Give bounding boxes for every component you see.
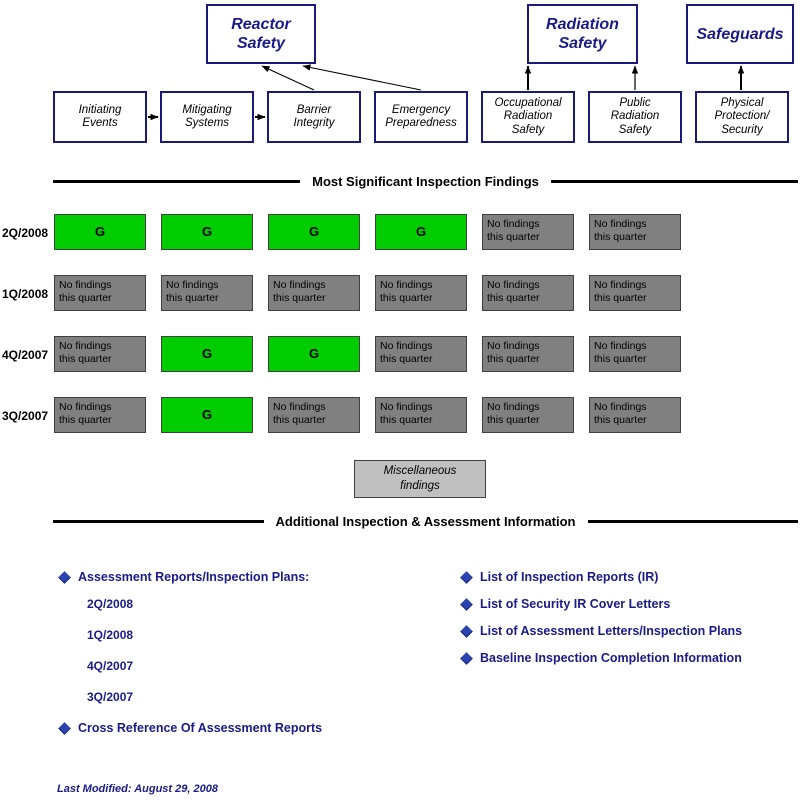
list-item-quarter-4q2007[interactable]: 4Q/2007 xyxy=(87,659,322,673)
finding-cell-green[interactable]: G xyxy=(161,397,253,433)
divider-additional: Additional Inspection & Assessment Infor… xyxy=(0,514,800,529)
diamond-bullet-icon xyxy=(460,625,473,638)
cornerstone-emergency-preparedness[interactable]: Emergency Preparedness xyxy=(374,91,468,143)
assessment-reports-list: Assessment Reports/Inspection Plans: 2Q/… xyxy=(58,570,323,748)
cornerstone-label: Public Radiation Safety xyxy=(610,96,660,136)
finding-cell-none: No findings this quarter xyxy=(482,214,574,250)
list-item-assessment-letters[interactable]: List of Assessment Letters/Inspection Pl… xyxy=(460,624,743,638)
divider-rule-right xyxy=(550,180,798,183)
finding-cell-none: No findings this quarter xyxy=(482,336,574,372)
finding-cell-none: No findings this quarter xyxy=(589,214,681,250)
list-item-label: List of Security IR Cover Letters xyxy=(480,597,671,611)
cornerstone-initiating-events[interactable]: Initiating Events xyxy=(53,91,147,143)
finding-cell-green[interactable]: G xyxy=(54,214,146,250)
finding-cell-none: No findings this quarter xyxy=(375,336,467,372)
finding-cell-green[interactable]: G xyxy=(268,214,360,250)
strategic-area-radiation-safety[interactable]: Radiation Safety xyxy=(527,4,638,64)
divider-findings-title: Most Significant Inspection Findings xyxy=(312,174,539,189)
list-item-label: Baseline Inspection Completion Informati… xyxy=(480,651,742,665)
list-item-inspection-reports[interactable]: List of Inspection Reports (IR) xyxy=(460,570,742,584)
finding-cell-none: No findings this quarter xyxy=(375,275,467,311)
cornerstone-label: Barrier Integrity xyxy=(293,103,335,130)
list-item-label: Cross Reference Of Assessment Reports xyxy=(78,721,323,735)
finding-cell-none: No findings this quarter xyxy=(54,397,146,433)
cornerstone-physical-protection-security[interactable]: Physical Protection/Security xyxy=(695,91,789,143)
strategic-area-reactor-safety[interactable]: Reactor Safety xyxy=(206,4,316,64)
finding-cell-none: No findings this quarter xyxy=(589,397,681,433)
cornerstone-barrier-integrity[interactable]: Barrier Integrity xyxy=(267,91,361,143)
additional-information-list: List of Inspection Reports (IR) List of … xyxy=(460,570,743,678)
divider-rule-left xyxy=(53,180,301,183)
diamond-bullet-icon xyxy=(460,652,473,665)
divider-rule-left xyxy=(53,520,264,523)
list-item-security-ir-cover-letters[interactable]: List of Security IR Cover Letters xyxy=(460,597,742,611)
list-item-quarter-3q2007[interactable]: 3Q/2007 xyxy=(87,690,322,704)
finding-cell-green[interactable]: G xyxy=(161,336,253,372)
finding-cell-none: No findings this quarter xyxy=(268,397,360,433)
list-item-quarter-2q2008[interactable]: 2Q/2008 xyxy=(87,597,322,611)
cornerstone-label: Physical Protection/Security xyxy=(714,96,770,136)
finding-cell-none: No findings this quarter xyxy=(482,275,574,311)
finding-cell-none: No findings this quarter xyxy=(589,336,681,372)
strategic-area-label: Safeguards xyxy=(696,25,784,43)
finding-cell-none: No findings this quarter xyxy=(54,336,146,372)
diamond-bullet-icon xyxy=(58,722,71,735)
cornerstone-label: Emergency Preparedness xyxy=(385,103,457,130)
cornerstone-occupational-radiation-safety[interactable]: Occupational Radiation Safety xyxy=(481,91,575,143)
finding-cell-none: No findings this quarter xyxy=(375,397,467,433)
cornerstone-mitigating-systems[interactable]: Mitigating Systems xyxy=(160,91,254,143)
divider-rule-right xyxy=(587,520,798,523)
list-item-assessment-reports-header[interactable]: Assessment Reports/Inspection Plans: xyxy=(58,570,322,584)
row-label-2q-2008: 2Q/2008 xyxy=(2,226,49,240)
miscellaneous-findings-label: Miscellaneous findings xyxy=(383,465,457,492)
divider-findings: Most Significant Inspection Findings xyxy=(0,174,800,189)
strategic-area-label: Radiation Safety xyxy=(546,16,619,52)
cornerstone-label: Mitigating Systems xyxy=(182,103,232,130)
finding-cell-none: No findings this quarter xyxy=(54,275,146,311)
divider-additional-title: Additional Inspection & Assessment Infor… xyxy=(275,514,576,529)
finding-cell-none: No findings this quarter xyxy=(482,397,574,433)
cornerstone-label: Occupational Radiation Safety xyxy=(494,96,562,136)
list-item-baseline-inspection[interactable]: Baseline Inspection Completion Informati… xyxy=(460,651,742,665)
finding-cell-green[interactable]: G xyxy=(161,214,253,250)
row-label-3q-2007: 3Q/2007 xyxy=(2,409,49,423)
list-item-label: Assessment Reports/Inspection Plans: xyxy=(78,570,310,584)
diamond-bullet-icon xyxy=(58,571,71,584)
strategic-area-label: Reactor Safety xyxy=(231,16,291,52)
list-item-label: List of Assessment Letters/Inspection Pl… xyxy=(480,624,743,638)
finding-cell-green[interactable]: G xyxy=(375,214,467,250)
cornerstone-label: Initiating Events xyxy=(78,103,122,130)
finding-cell-none: No findings this quarter xyxy=(589,275,681,311)
miscellaneous-findings-box[interactable]: Miscellaneous findings xyxy=(354,460,486,498)
diamond-bullet-icon xyxy=(460,571,473,584)
cornerstone-public-radiation-safety[interactable]: Public Radiation Safety xyxy=(588,91,682,143)
finding-cell-none: No findings this quarter xyxy=(268,275,360,311)
list-item-label: List of Inspection Reports (IR) xyxy=(480,570,659,584)
finding-cell-none: No findings this quarter xyxy=(161,275,253,311)
row-label-4q-2007: 4Q/2007 xyxy=(2,348,49,362)
nrc-plant-status-page: Reactor Safety Radiation Safety Safeguar… xyxy=(0,0,800,800)
list-item-cross-reference[interactable]: Cross Reference Of Assessment Reports xyxy=(58,721,323,735)
finding-cell-green[interactable]: G xyxy=(268,336,360,372)
list-item-quarter-1q2008[interactable]: 1Q/2008 xyxy=(87,628,322,642)
last-modified-text: Last Modified: August 29, 2008 xyxy=(57,783,218,795)
diamond-bullet-icon xyxy=(460,598,473,611)
row-label-1q-2008: 1Q/2008 xyxy=(2,287,49,301)
strategic-area-safeguards[interactable]: Safeguards xyxy=(686,4,794,64)
